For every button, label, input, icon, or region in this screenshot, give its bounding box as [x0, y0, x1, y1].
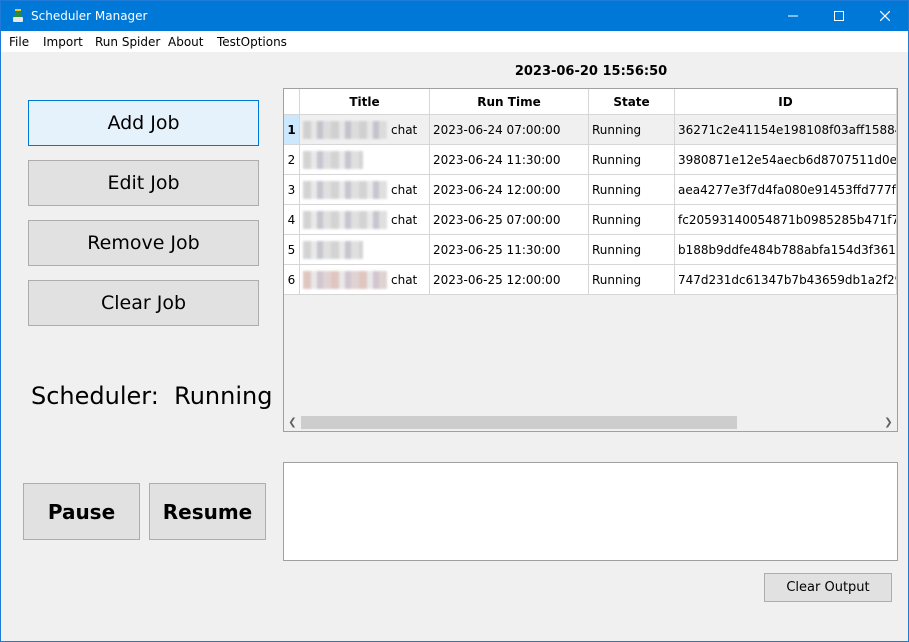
menu-bar: File Import Run Spider About TestOptions [1, 31, 908, 52]
remove-job-button[interactable]: Remove Job [28, 220, 259, 266]
run-time-cell[interactable]: 2023-06-25 11:30:00 [430, 235, 589, 265]
resume-button[interactable]: Resume [149, 483, 266, 540]
state-cell[interactable]: Running [589, 205, 675, 235]
id-cell[interactable]: b188b9ddfe484b788abfa154d3f36192 [675, 235, 897, 265]
run-time-cell[interactable]: 2023-06-24 12:00:00 [430, 175, 589, 205]
column-header-state[interactable]: State [589, 89, 675, 115]
scroll-left-icon[interactable]: ❮ [284, 414, 301, 431]
id-cell[interactable]: 3980871e12e54aecb6d8707511d0e802 [675, 145, 897, 175]
state-cell[interactable]: Running [589, 265, 675, 295]
main-window: Scheduler Manager File Import Run Spider… [0, 0, 909, 642]
table-row[interactable]: 3 chat 2023-06-24 12:00:00 Running aea42… [284, 175, 897, 205]
table-row[interactable]: 5 2023-06-25 11:30:00 Running b188b9ddfe… [284, 235, 897, 265]
run-time-cell[interactable]: 2023-06-24 07:00:00 [430, 115, 589, 145]
menu-import[interactable]: Import [43, 35, 83, 49]
window-title: Scheduler Manager [31, 9, 148, 23]
column-header-title[interactable]: Title [300, 89, 430, 115]
clear-job-button[interactable]: Clear Job [28, 280, 259, 326]
output-textbox[interactable] [283, 462, 898, 561]
row-number[interactable]: 3 [284, 175, 300, 205]
state-cell[interactable]: Running [589, 115, 675, 145]
title-cell[interactable] [300, 235, 430, 265]
add-job-button[interactable]: Add Job [28, 100, 259, 146]
row-number[interactable]: 2 [284, 145, 300, 175]
title-cell[interactable]: chat [300, 205, 430, 235]
scheduler-status-value: Running [174, 382, 273, 410]
id-cell[interactable]: 36271c2e41154e198108f03aff15884c [675, 115, 897, 145]
title-cell[interactable]: chat [300, 115, 430, 145]
minimize-icon [788, 15, 798, 17]
app-icon [13, 9, 23, 22]
menu-testoptions[interactable]: TestOptions [217, 35, 287, 49]
row-number[interactable]: 1 [284, 115, 300, 145]
scrollbar-thumb[interactable] [301, 416, 737, 429]
redacted-text [303, 270, 387, 289]
id-cell[interactable]: fc20593140054871b0985285b471f7af [675, 205, 897, 235]
run-time-cell[interactable]: 2023-06-25 07:00:00 [430, 205, 589, 235]
clock-label: 2023-06-20 15:56:50 [514, 64, 668, 79]
title-cell[interactable]: chat [300, 175, 430, 205]
menu-run-spider[interactable]: Run Spider [95, 35, 160, 49]
menu-about[interactable]: About [168, 35, 203, 49]
column-header-run-time[interactable]: Run Time [430, 89, 589, 115]
jobs-table[interactable]: Title Run Time State ID 1 chat 2023-06-2… [283, 88, 898, 432]
redacted-text [303, 240, 363, 259]
maximize-icon [834, 11, 844, 21]
redacted-text [303, 120, 387, 139]
menu-file[interactable]: File [9, 35, 29, 49]
pause-button[interactable]: Pause [23, 483, 140, 540]
redacted-text [303, 150, 363, 169]
redacted-text [303, 180, 387, 199]
table-row[interactable]: 4 chat 2023-06-25 07:00:00 Running fc205… [284, 205, 897, 235]
close-button[interactable] [862, 1, 908, 31]
title-cell[interactable]: chat [300, 265, 430, 295]
title-cell[interactable] [300, 145, 430, 175]
minimize-button[interactable] [770, 1, 816, 31]
scheduler-status-label: Scheduler: [31, 382, 159, 410]
clear-output-button[interactable]: Clear Output [764, 573, 892, 602]
column-header-id[interactable]: ID [675, 89, 897, 115]
state-cell[interactable]: Running [589, 235, 675, 265]
edit-job-button[interactable]: Edit Job [28, 160, 259, 206]
redacted-text [303, 210, 387, 229]
row-number[interactable]: 6 [284, 265, 300, 295]
run-time-cell[interactable]: 2023-06-25 12:00:00 [430, 265, 589, 295]
id-cell[interactable]: 747d231dc61347b7b43659db1a2f29d4 [675, 265, 897, 295]
scroll-right-icon[interactable]: ❯ [880, 414, 897, 431]
run-time-cell[interactable]: 2023-06-24 11:30:00 [430, 145, 589, 175]
table-row[interactable]: 6 chat 2023-06-25 12:00:00 Running 747d2… [284, 265, 897, 295]
state-cell[interactable]: Running [589, 145, 675, 175]
row-number[interactable]: 5 [284, 235, 300, 265]
close-icon [880, 11, 890, 21]
maximize-button[interactable] [816, 1, 862, 31]
row-number[interactable]: 4 [284, 205, 300, 235]
id-cell[interactable]: aea4277e3f7d4fa080e91453ffd777fc [675, 175, 897, 205]
state-cell[interactable]: Running [589, 175, 675, 205]
horizontal-scrollbar[interactable]: ❮ ❯ [284, 414, 897, 431]
table-row[interactable]: 1 chat 2023-06-24 07:00:00 Running 36271… [284, 115, 897, 145]
scheduler-status: Scheduler: Running [31, 382, 272, 410]
table-row[interactable]: 2 2023-06-24 11:30:00 Running 3980871e12… [284, 145, 897, 175]
corner-header [284, 89, 300, 115]
title-bar[interactable]: Scheduler Manager [1, 1, 908, 31]
